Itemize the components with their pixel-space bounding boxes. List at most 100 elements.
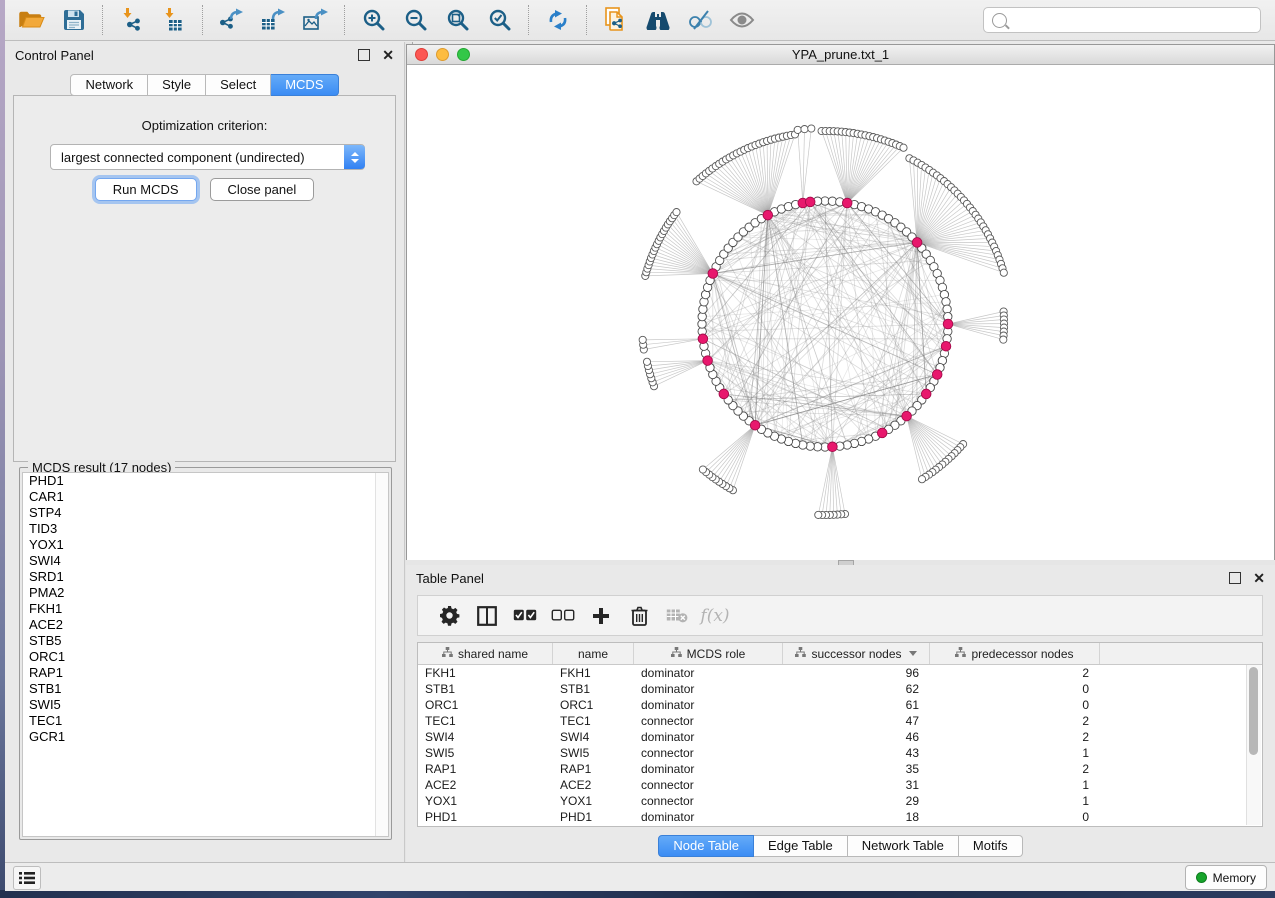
mcds-node-item[interactable]: SRD1: [23, 569, 388, 585]
mcds-node-item[interactable]: ORC1: [23, 649, 388, 665]
tab-motifs[interactable]: Motifs: [959, 835, 1023, 857]
close-panel-icon[interactable]: ✕: [382, 50, 394, 60]
add-row-icon[interactable]: [582, 607, 620, 625]
mcds-node-item[interactable]: CAR1: [23, 489, 388, 505]
refresh-view-icon[interactable]: [543, 5, 573, 35]
table-row[interactable]: YOX1YOX1connector291: [418, 793, 1262, 809]
network-graph[interactable]: [407, 65, 1274, 560]
table-row[interactable]: FKH1FKH1dominator962: [418, 665, 1262, 681]
tab-network[interactable]: Network: [70, 74, 148, 96]
network-canvas[interactable]: [407, 65, 1274, 560]
zoom-in-icon[interactable]: [359, 5, 389, 35]
table-row[interactable]: SWI5SWI5connector431: [418, 745, 1262, 761]
mcds-node-item[interactable]: ACE2: [23, 617, 388, 633]
task-history-button[interactable]: [13, 866, 41, 890]
control-panel-tabs: NetworkStyleSelectMCDS: [5, 74, 404, 96]
float-table-panel-icon[interactable]: [1229, 572, 1241, 584]
mcds-node-item[interactable]: SWI5: [23, 697, 388, 713]
clone-network-icon[interactable]: [601, 5, 631, 35]
mcds-node-item[interactable]: STB5: [23, 633, 388, 649]
cell-successor-nodes: 46: [783, 729, 930, 745]
mcds-node-item[interactable]: TEC1: [23, 713, 388, 729]
close-panel-button[interactable]: Close panel: [210, 178, 315, 201]
delete-rows-icon[interactable]: [620, 606, 658, 626]
tab-edge-table[interactable]: Edge Table: [754, 835, 848, 857]
cell-predecessor-nodes: 2: [930, 729, 1100, 745]
mcds-list-scrollbar[interactable]: [375, 473, 388, 836]
tab-node-table[interactable]: Node Table: [658, 835, 754, 857]
export-table-icon[interactable]: [259, 5, 289, 35]
mcds-node-item[interactable]: GCR1: [23, 729, 388, 745]
mcds-node-item[interactable]: RAP1: [23, 665, 388, 681]
column-label: MCDS role: [687, 647, 746, 661]
optimization-criterion-select[interactable]: largest connected component (undirected): [50, 144, 365, 170]
import-network-icon[interactable]: [117, 5, 147, 35]
column-header-MCDS-role[interactable]: MCDS role: [634, 643, 783, 664]
mcds-node-item[interactable]: SWI4: [23, 553, 388, 569]
search-input[interactable]: [1013, 12, 1252, 28]
eye-icon[interactable]: [727, 5, 757, 35]
table-row[interactable]: PHD1PHD1dominator180: [418, 809, 1262, 825]
column-header-successor-nodes[interactable]: successor nodes: [783, 643, 930, 664]
table-settings-icon[interactable]: [430, 605, 468, 626]
deselect-all-icon[interactable]: [544, 609, 582, 622]
export-image-icon[interactable]: [301, 5, 331, 35]
memory-button[interactable]: Memory: [1185, 865, 1267, 890]
cell-shared-name: PHD1: [418, 809, 553, 825]
glasses-slash-icon[interactable]: [685, 5, 715, 35]
column-header-shared-name[interactable]: shared name: [418, 643, 553, 664]
select-all-icon[interactable]: [506, 609, 544, 622]
mcds-node-item[interactable]: FKH1: [23, 601, 388, 617]
table-toolbar: f(x): [417, 595, 1263, 636]
mcds-result-list[interactable]: PHD1CAR1STP4TID3YOX1SWI4SRD1PMA2FKH1ACE2…: [22, 472, 389, 837]
mcds-node-item[interactable]: PMA2: [23, 585, 388, 601]
mcds-node-item[interactable]: STB1: [23, 681, 388, 697]
binoculars-icon[interactable]: [643, 5, 673, 35]
run-mcds-button[interactable]: Run MCDS: [95, 178, 197, 201]
cell-predecessor-nodes: 2: [930, 761, 1100, 777]
cytoscape-window: Control Panel ✕ NetworkStyleSelectMCDS O…: [5, 0, 1275, 890]
table-row[interactable]: ORC1ORC1dominator610: [418, 697, 1262, 713]
cell-MCDS-role: dominator: [634, 761, 783, 777]
mcds-node-item[interactable]: YOX1: [23, 537, 388, 553]
tab-mcds[interactable]: MCDS: [271, 74, 338, 96]
table-row[interactable]: RAP1RAP1dominator352: [418, 761, 1262, 777]
network-window-titlebar[interactable]: YPA_prune.txt_1: [407, 45, 1274, 65]
table-row[interactable]: STB1STB1dominator620: [418, 681, 1262, 697]
mcds-node-item[interactable]: PHD1: [23, 473, 388, 489]
zoom-selected-icon[interactable]: [485, 5, 515, 35]
table-panel: Table Panel ✕ f(x) shared namenameMCDS r…: [406, 565, 1275, 862]
close-table-panel-icon[interactable]: ✕: [1253, 573, 1265, 583]
cell-MCDS-role: connector: [634, 745, 783, 761]
table-row[interactable]: SWI4SWI4dominator462: [418, 729, 1262, 745]
search-box[interactable]: [983, 7, 1261, 33]
zoom-out-icon[interactable]: [401, 5, 431, 35]
network-window-title: YPA_prune.txt_1: [407, 47, 1274, 62]
control-panel-title: Control Panel: [15, 48, 358, 63]
column-header-name[interactable]: name: [553, 643, 634, 664]
cell-shared-name: FKH1: [418, 665, 553, 681]
cell-name: PHD1: [553, 809, 634, 825]
open-session-icon[interactable]: [17, 5, 47, 35]
cell-predecessor-nodes: 0: [930, 697, 1100, 713]
float-panel-icon[interactable]: [358, 49, 370, 61]
tab-network-table[interactable]: Network Table: [848, 835, 959, 857]
table-scrollbar[interactable]: [1246, 665, 1261, 825]
cell-name: SWI4: [553, 729, 634, 745]
mcds-node-item[interactable]: STP4: [23, 505, 388, 521]
cell-shared-name: ORC1: [418, 697, 553, 713]
table-row[interactable]: TEC1TEC1connector472: [418, 713, 1262, 729]
save-session-icon[interactable]: [59, 5, 89, 35]
cell-successor-nodes: 47: [783, 713, 930, 729]
column-header-predecessor-nodes[interactable]: predecessor nodes: [930, 643, 1100, 664]
tab-select[interactable]: Select: [206, 74, 271, 96]
tab-style[interactable]: Style: [148, 74, 206, 96]
import-table-icon[interactable]: [159, 5, 189, 35]
table-row[interactable]: ACE2ACE2connector311: [418, 777, 1262, 793]
show-columns-icon[interactable]: [468, 606, 506, 626]
export-network-icon[interactable]: [217, 5, 247, 35]
table-scrollbar-thumb[interactable]: [1249, 667, 1258, 755]
mcds-node-item[interactable]: TID3: [23, 521, 388, 537]
zoom-fit-icon[interactable]: [443, 5, 473, 35]
cell-predecessor-nodes: 2: [930, 665, 1100, 681]
